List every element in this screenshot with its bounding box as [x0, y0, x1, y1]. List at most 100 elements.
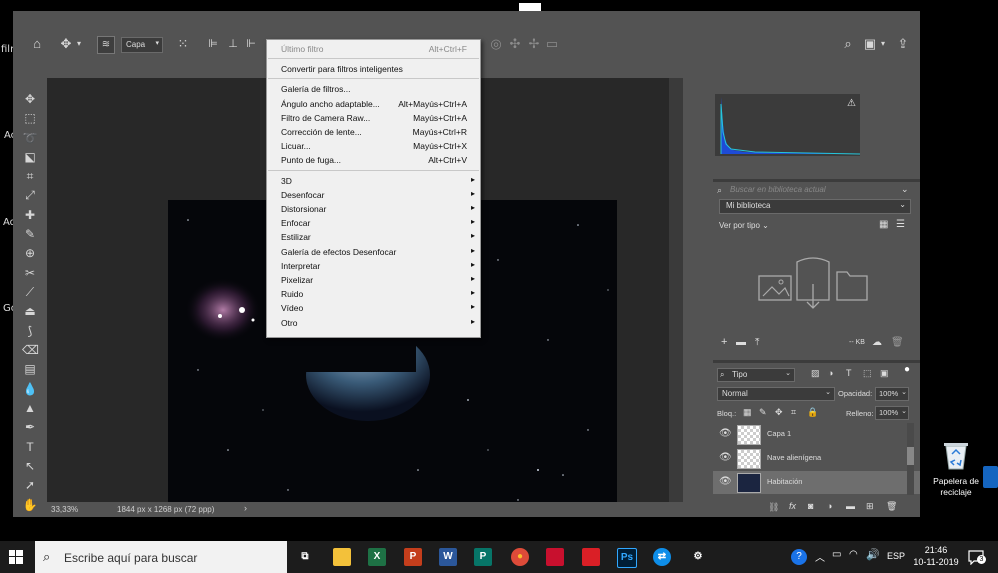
- add-icon[interactable]: +: [721, 336, 727, 348]
- delete-layer-icon[interactable]: 🗑: [886, 501, 897, 512]
- layer-filter-select[interactable]: ⌕ Tipo ⌄: [717, 368, 795, 382]
- photoshop-icon[interactable]: Ps: [617, 548, 637, 568]
- direct-selection-tool-icon[interactable]: ➚: [22, 478, 38, 492]
- menu-item-submenu[interactable]: 3D ▸: [267, 174, 480, 188]
- windows-start-icon[interactable]: [9, 550, 23, 564]
- chevron-up-icon[interactable]: ︿: [815, 549, 825, 564]
- powerpoint-icon[interactable]: P: [404, 548, 422, 566]
- lasso-tool-icon[interactable]: ➰: [22, 131, 38, 145]
- menu-item-filter[interactable]: Licuar... Mayús+Ctrl+X: [267, 139, 480, 153]
- visibility-eye-icon[interactable]: 👁: [719, 452, 732, 463]
- teamviewer-icon[interactable]: ⇄: [653, 548, 671, 566]
- add-mask-icon[interactable]: ◙: [808, 501, 813, 511]
- chevron-down-icon[interactable]: ⌄: [901, 184, 909, 195]
- menu-item-submenu[interactable]: Ruido ▸: [267, 287, 480, 301]
- recycle-bin[interactable]: Papelera de reciclaje: [930, 440, 982, 500]
- type-tool-icon[interactable]: T: [22, 440, 38, 454]
- grid-view-icon[interactable]: ▦: [879, 219, 888, 230]
- chevron-down-icon[interactable]: ▾: [75, 37, 83, 51]
- help-icon[interactable]: ?: [791, 549, 807, 565]
- excel-icon[interactable]: X: [368, 548, 386, 566]
- home-icon[interactable]: ⌂: [29, 37, 45, 51]
- layer-row[interactable]: 👁 Nave alienígena: [713, 447, 920, 470]
- folder-icon[interactable]: ▬: [736, 337, 746, 348]
- 3d-camera-icon[interactable]: ▭: [545, 37, 559, 51]
- spot-healing-tool-icon[interactable]: ✚: [22, 208, 38, 222]
- link-layers-icon[interactable]: ⛓: [768, 502, 779, 513]
- menu-item-submenu[interactable]: Distorsionar ▸: [267, 202, 480, 216]
- network-icon[interactable]: ▭: [832, 549, 841, 560]
- gradient-tool-icon[interactable]: ▤: [22, 362, 38, 376]
- align-left-icon[interactable]: ⊫: [207, 37, 219, 51]
- clock[interactable]: 21:46 10-11-2019: [910, 544, 962, 568]
- crop-tool-icon[interactable]: ⌗: [22, 169, 38, 183]
- history-brush-tool-icon[interactable]: ✂: [22, 266, 38, 280]
- object-select-tool-icon[interactable]: ⬕: [22, 150, 38, 164]
- word-icon[interactable]: W: [439, 548, 457, 566]
- taskbar-search-box[interactable]: ⌕ Escribe aquí para buscar: [35, 541, 287, 573]
- lock-all-icon[interactable]: 🔒: [807, 407, 818, 418]
- lock-transparent-icon[interactable]: ▦: [743, 407, 752, 418]
- fill-input[interactable]: 100% ⌄: [875, 406, 909, 420]
- pen-tool-icon[interactable]: ✒: [22, 420, 38, 434]
- 3d-drag-icon[interactable]: ✣: [508, 37, 522, 51]
- menu-item-submenu[interactable]: Enfocar ▸: [267, 216, 480, 230]
- layer-select-dropdown[interactable]: Capa ▾: [121, 37, 163, 53]
- menu-item-filter[interactable]: Corrección de lente... Mayús+Ctrl+R: [267, 125, 480, 139]
- brush-alt-tool-icon[interactable]: ⟋: [22, 285, 38, 299]
- hand-tool-icon[interactable]: ✋: [22, 498, 38, 512]
- desktop-icon[interactable]: [519, 3, 541, 11]
- layers-scrollbar[interactable]: [907, 423, 914, 495]
- align-right-icon[interactable]: ⊩: [245, 37, 257, 51]
- publisher-icon[interactable]: P: [474, 548, 492, 566]
- library-search-input[interactable]: Buscar en biblioteca actual: [730, 185, 826, 194]
- language-indicator[interactable]: ESP: [887, 551, 905, 561]
- file-explorer-icon[interactable]: [333, 548, 351, 566]
- workspace-icon[interactable]: ▣: [863, 37, 877, 51]
- new-layer-icon[interactable]: ⊞: [866, 501, 874, 512]
- view-by-type-button[interactable]: Ver por tipo ⌄: [719, 221, 769, 230]
- warning-icon[interactable]: ⚠: [847, 98, 856, 109]
- menu-item-submenu[interactable]: Otro ▸: [267, 316, 480, 330]
- eraser-tool-icon[interactable]: ⌫: [22, 343, 39, 357]
- layer-row[interactable]: 👁 Capa 1: [713, 423, 920, 446]
- volume-icon[interactable]: 🔊: [866, 548, 880, 561]
- lock-move-icon[interactable]: ✥: [775, 407, 783, 418]
- menu-item-filter[interactable]: Galería de filtros...: [267, 82, 480, 96]
- filter-pixel-icon[interactable]: ▨: [811, 368, 820, 379]
- settings-icon[interactable]: ⚙: [689, 548, 707, 566]
- transform-controls-icon[interactable]: ⁙: [176, 37, 190, 51]
- group-folder-icon[interactable]: ▬: [846, 501, 855, 511]
- canvas-scrollbar[interactable]: [669, 78, 683, 502]
- menu-item-submenu[interactable]: Estilizar ▸: [267, 230, 480, 244]
- align-center-icon[interactable]: ⊥: [227, 37, 239, 51]
- visibility-eye-icon[interactable]: 👁: [719, 476, 732, 487]
- menu-item-submenu[interactable]: Pixelizar ▸: [267, 273, 480, 287]
- lock-artboard-icon[interactable]: ⌗: [791, 407, 796, 418]
- upload-icon[interactable]: ⤒: [755, 337, 759, 348]
- path-selection-tool-icon[interactable]: ↖: [22, 459, 38, 473]
- chevron-right-icon[interactable]: ›: [244, 503, 247, 513]
- library-select[interactable]: Mi biblioteca ⌄: [719, 199, 911, 214]
- acrobat-icon[interactable]: [546, 548, 564, 566]
- layer-row-selected[interactable]: 👁 Habitación: [713, 471, 920, 494]
- adjustment-layer-icon[interactable]: ◑: [827, 501, 832, 511]
- document-info[interactable]: 1844 px x 1268 px (72 ppp): [117, 505, 214, 514]
- move-tool-icon[interactable]: ✥: [59, 37, 73, 51]
- stamp-tool-icon[interactable]: ⏏: [22, 304, 38, 318]
- task-view-icon[interactable]: ⧉: [296, 548, 314, 566]
- share-icon[interactable]: ⇪: [896, 37, 910, 51]
- creative-cloud-icon[interactable]: [582, 548, 600, 566]
- move-tool-icon[interactable]: ✥: [22, 92, 38, 106]
- clone-stamp-tool-icon[interactable]: ⊕: [22, 246, 38, 260]
- zoom-level[interactable]: 33,33%: [51, 505, 78, 514]
- filter-shape-icon[interactable]: ⬚: [863, 368, 872, 379]
- list-view-icon[interactable]: ☰: [896, 219, 905, 230]
- menu-item-submenu[interactable]: Desenfocar ▸: [267, 188, 480, 202]
- dodge-tool-icon[interactable]: ▲: [22, 401, 38, 415]
- fx-icon[interactable]: fx: [789, 501, 796, 511]
- blur-tool-icon[interactable]: 💧: [22, 382, 38, 396]
- 3d-roll-icon[interactable]: ◎: [489, 37, 503, 51]
- menu-item-submenu[interactable]: Galería de efectos Desenfocar ▸: [267, 245, 480, 259]
- filter-smart-object-icon[interactable]: ▣: [880, 368, 889, 379]
